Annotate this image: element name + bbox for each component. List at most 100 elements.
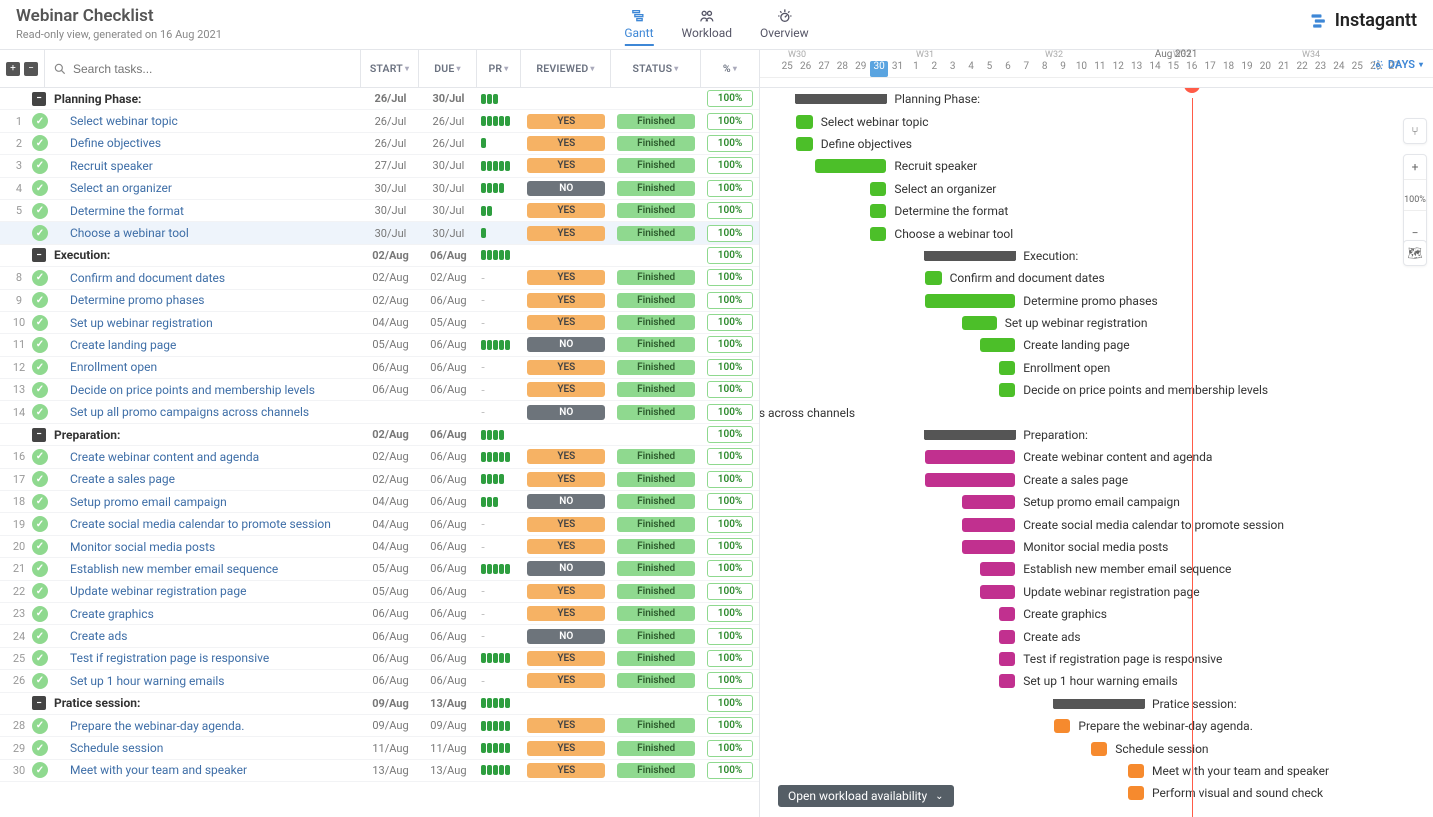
check-icon[interactable] (32, 292, 48, 308)
task-bar[interactable] (999, 383, 1015, 397)
tab-gantt[interactable]: Gantt (624, 8, 653, 46)
task-bar[interactable] (999, 607, 1015, 621)
day-cell[interactable]: 7 (1017, 61, 1035, 77)
task-bar[interactable] (962, 540, 1015, 554)
search-input[interactable] (73, 62, 352, 76)
zoom-level[interactable]: 100% (1404, 190, 1426, 210)
check-icon[interactable] (32, 113, 48, 129)
tab-workload[interactable]: Workload (682, 8, 733, 44)
task-bar[interactable] (1128, 786, 1144, 800)
task-row[interactable]: 2Define objectives26/Jul26/JulYESFinishe… (0, 133, 759, 155)
day-cell[interactable]: 8 (1035, 61, 1053, 77)
timeline-header[interactable]: W30W31W32W33W34Aug 202125262728293031123… (760, 50, 1433, 78)
collapse-all-button[interactable]: − (24, 62, 38, 76)
check-icon[interactable] (32, 135, 48, 151)
day-cell[interactable]: 29 (852, 61, 870, 77)
day-cell[interactable]: 15 (1164, 61, 1182, 77)
tab-overview[interactable]: Overview (760, 8, 809, 44)
day-cell[interactable]: 24 (1330, 61, 1348, 77)
check-icon[interactable] (32, 650, 48, 666)
fit-button[interactable]: 🗺 (1403, 240, 1427, 266)
summary-bar[interactable] (925, 251, 1015, 261)
check-icon[interactable] (32, 583, 48, 599)
task-bar[interactable] (925, 473, 1015, 487)
check-icon[interactable] (32, 382, 48, 398)
collapse-toggle[interactable]: − (32, 428, 46, 442)
check-icon[interactable] (32, 718, 48, 734)
day-cell[interactable]: 31 (888, 61, 906, 77)
task-bar[interactable] (796, 115, 812, 129)
task-bar[interactable] (796, 137, 812, 151)
day-cell[interactable]: 6 (999, 61, 1017, 77)
day-cell[interactable]: 10 (1072, 61, 1090, 77)
task-bar[interactable] (999, 674, 1015, 688)
task-bar[interactable] (980, 585, 1015, 599)
task-row[interactable]: 1Select webinar topic26/Jul26/JulYESFini… (0, 110, 759, 132)
task-row[interactable]: 16Create webinar content and agenda02/Au… (0, 446, 759, 468)
task-bar[interactable] (962, 316, 997, 330)
search-field[interactable] (44, 50, 361, 87)
zoom-in-button[interactable]: + (1412, 155, 1419, 179)
day-cell[interactable]: 25 (1348, 61, 1366, 77)
day-cell[interactable]: 22 (1293, 61, 1311, 77)
collapse-toggle[interactable]: − (32, 92, 46, 106)
day-cell[interactable]: 25 (778, 61, 796, 77)
check-icon[interactable] (32, 606, 48, 622)
task-bar[interactable] (962, 495, 1015, 509)
task-row[interactable]: 11Create landing page05/Aug06/AugNOFinis… (0, 334, 759, 356)
day-cell[interactable]: 9 (1054, 61, 1072, 77)
summary-bar[interactable] (1054, 699, 1144, 709)
task-bar[interactable] (999, 630, 1015, 644)
day-cell[interactable]: 2 (925, 61, 943, 77)
check-icon[interactable] (32, 471, 48, 487)
task-row[interactable]: 8Confirm and document dates02/Aug02/Aug-… (0, 267, 759, 289)
check-icon[interactable] (32, 337, 48, 353)
group-row[interactable]: −Execution:02/Aug06/Aug100% (0, 245, 759, 267)
collapse-toggle[interactable]: − (32, 248, 46, 262)
check-icon[interactable] (32, 359, 48, 375)
expand-all-button[interactable]: + (6, 62, 20, 76)
task-bar[interactable] (1054, 719, 1070, 733)
brand-logo[interactable]: Instagantt (1309, 6, 1417, 31)
check-icon[interactable] (32, 740, 48, 756)
timescale-button[interactable]: DAYS▾ (1372, 58, 1423, 71)
task-bar[interactable] (870, 227, 886, 241)
summary-bar[interactable] (925, 430, 1015, 440)
day-cell[interactable]: 14 (1146, 61, 1164, 77)
day-cell[interactable]: 4 (962, 61, 980, 77)
task-row[interactable]: 30Meet with your team and speaker13/Aug1… (0, 760, 759, 782)
col-pr[interactable]: PR▾ (477, 50, 521, 87)
day-cell[interactable]: 11 (1091, 61, 1109, 77)
check-icon[interactable] (32, 494, 48, 510)
task-bar[interactable] (999, 361, 1015, 375)
day-cell[interactable]: 16 (1183, 61, 1201, 77)
task-row[interactable]: 17Create a sales page02/Aug06/AugYESFini… (0, 469, 759, 491)
workload-availability-button[interactable]: Open workload availability⌄ (778, 785, 954, 807)
task-row[interactable]: 21Establish new member email sequence05/… (0, 558, 759, 580)
day-cell[interactable]: 23 (1311, 61, 1329, 77)
git-branch-button[interactable]: ⑂ (1403, 118, 1427, 144)
task-row[interactable]: 23Create graphics06/Aug06/Aug-YESFinishe… (0, 603, 759, 625)
task-row[interactable]: 4Select an organizer30/Jul30/JulNOFinish… (0, 178, 759, 200)
task-bar[interactable] (815, 159, 887, 173)
task-row[interactable]: 12Enrollment open06/Aug06/Aug-YESFinishe… (0, 357, 759, 379)
check-icon[interactable] (32, 270, 48, 286)
task-bar[interactable] (1128, 764, 1144, 778)
task-bar[interactable] (980, 562, 1015, 576)
check-icon[interactable] (32, 404, 48, 420)
check-icon[interactable] (32, 203, 48, 219)
task-row[interactable]: 19Create social media calendar to promot… (0, 513, 759, 535)
collapse-toggle[interactable]: − (32, 696, 46, 710)
task-bar[interactable] (925, 271, 941, 285)
task-bar[interactable] (925, 294, 1015, 308)
task-row[interactable]: 5Determine the format30/Jul30/JulYESFini… (0, 200, 759, 222)
day-cell[interactable]: 17 (1201, 61, 1219, 77)
gantt-pane[interactable]: 16 Planning Phase:Select webinar topicDe… (760, 88, 1433, 817)
task-bar[interactable] (1091, 742, 1107, 756)
day-cell[interactable]: 5 (980, 61, 998, 77)
day-cell[interactable]: 18 (1219, 61, 1237, 77)
task-row[interactable]: Choose a webinar tool30/Jul30/JulYESFini… (0, 222, 759, 244)
day-cell[interactable]: 30 (870, 61, 888, 77)
group-row[interactable]: −Preparation:02/Aug06/Aug100% (0, 424, 759, 446)
task-bar[interactable] (870, 182, 886, 196)
